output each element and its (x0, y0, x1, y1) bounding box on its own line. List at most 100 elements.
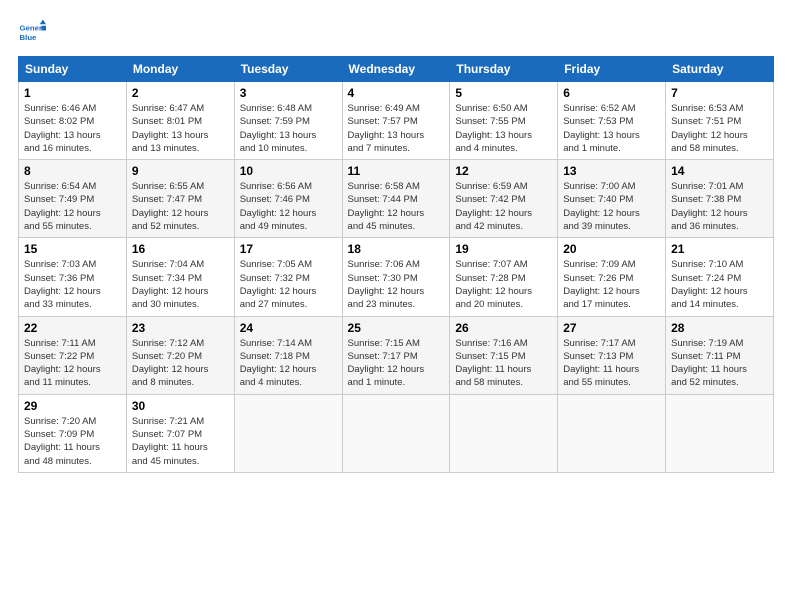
table-row: 23 Sunrise: 7:12 AMSunset: 7:20 PMDayligh… (126, 316, 234, 394)
day-number: 16 (132, 242, 229, 256)
day-info: Sunrise: 6:55 AMSunset: 7:47 PMDaylight:… (132, 180, 229, 233)
col-thursday: Thursday (450, 57, 558, 82)
calendar-page: General Blue Sunday Monday Tuesday Wedne… (0, 0, 792, 483)
col-friday: Friday (558, 57, 666, 82)
day-info: Sunrise: 7:00 AMSunset: 7:40 PMDaylight:… (563, 180, 660, 233)
day-info: Sunrise: 6:58 AMSunset: 7:44 PMDaylight:… (348, 180, 445, 233)
calendar-week-4: 29Sunrise: 7:20 AMSunset: 7:09 PMDayligh… (19, 394, 774, 472)
table-row: 12 Sunrise: 6:59 AMSunset: 7:42 PMDayligh… (450, 160, 558, 238)
day-info: Sunrise: 6:49 AMSunset: 7:57 PMDaylight:… (348, 102, 445, 155)
table-row: 26Sunrise: 7:16 AMSunset: 7:15 PMDayligh… (450, 316, 558, 394)
day-number: 15 (24, 242, 121, 256)
day-number: 5 (455, 86, 552, 100)
col-sunday: Sunday (19, 57, 127, 82)
day-number: 11 (348, 164, 445, 178)
table-row: 3 Sunrise: 6:48 AMSunset: 7:59 PMDaylight… (234, 82, 342, 160)
col-monday: Monday (126, 57, 234, 82)
day-number: 4 (348, 86, 445, 100)
table-row: 20 Sunrise: 7:09 AMSunset: 7:26 PMDayligh… (558, 238, 666, 316)
day-info: Sunrise: 7:03 AMSunset: 7:36 PMDaylight:… (24, 258, 121, 311)
table-row: 17 Sunrise: 7:05 AMSunset: 7:32 PMDayligh… (234, 238, 342, 316)
table-row: 10 Sunrise: 6:56 AMSunset: 7:46 PMDayligh… (234, 160, 342, 238)
day-info: Sunrise: 6:50 AMSunset: 7:55 PMDaylight:… (455, 102, 552, 155)
day-number: 26 (455, 321, 552, 335)
logo-icon: General Blue (18, 18, 46, 46)
table-row: 15 Sunrise: 7:03 AMSunset: 7:36 PMDayligh… (19, 238, 127, 316)
table-row: 7 Sunrise: 6:53 AMSunset: 7:51 PMDaylight… (666, 82, 774, 160)
calendar-table: Sunday Monday Tuesday Wednesday Thursday… (18, 56, 774, 473)
day-info: Sunrise: 7:10 AMSunset: 7:24 PMDaylight:… (671, 258, 768, 311)
day-info: Sunrise: 7:12 AMSunset: 7:20 PMDaylight:… (132, 337, 229, 390)
day-number: 14 (671, 164, 768, 178)
day-number: 12 (455, 164, 552, 178)
day-info: Sunrise: 6:59 AMSunset: 7:42 PMDaylight:… (455, 180, 552, 233)
day-info: Sunrise: 7:15 AMSunset: 7:17 PMDaylight:… (348, 337, 445, 390)
day-number: 8 (24, 164, 121, 178)
day-info: Sunrise: 7:05 AMSunset: 7:32 PMDaylight:… (240, 258, 337, 311)
day-number: 19 (455, 242, 552, 256)
table-row: 6 Sunrise: 6:52 AMSunset: 7:53 PMDaylight… (558, 82, 666, 160)
table-row: 5 Sunrise: 6:50 AMSunset: 7:55 PMDaylight… (450, 82, 558, 160)
day-info: Sunrise: 7:01 AMSunset: 7:38 PMDaylight:… (671, 180, 768, 233)
table-row: 1Sunrise: 6:46 AMSunset: 8:02 PMDaylight… (19, 82, 127, 160)
day-number: 9 (132, 164, 229, 178)
calendar-week-1: 8 Sunrise: 6:54 AMSunset: 7:49 PMDaylight… (19, 160, 774, 238)
table-row: 21 Sunrise: 7:10 AMSunset: 7:24 PMDayligh… (666, 238, 774, 316)
table-row: 19Sunrise: 7:07 AMSunset: 7:28 PMDayligh… (450, 238, 558, 316)
table-row: 30 Sunrise: 7:21 AMSunset: 7:07 PMDayligh… (126, 394, 234, 472)
day-number: 30 (132, 399, 229, 413)
day-number: 23 (132, 321, 229, 335)
day-number: 18 (348, 242, 445, 256)
logo: General Blue (18, 18, 50, 46)
header-row: Sunday Monday Tuesday Wednesday Thursday… (19, 57, 774, 82)
day-info: Sunrise: 6:53 AMSunset: 7:51 PMDaylight:… (671, 102, 768, 155)
table-row: 27Sunrise: 7:17 AMSunset: 7:13 PMDayligh… (558, 316, 666, 394)
table-row: 29Sunrise: 7:20 AMSunset: 7:09 PMDayligh… (19, 394, 127, 472)
day-info: Sunrise: 6:52 AMSunset: 7:53 PMDaylight:… (563, 102, 660, 155)
day-number: 29 (24, 399, 121, 413)
table-row: 16 Sunrise: 7:04 AMSunset: 7:34 PMDayligh… (126, 238, 234, 316)
table-row: 2Sunrise: 6:47 AMSunset: 8:01 PMDaylight… (126, 82, 234, 160)
day-number: 7 (671, 86, 768, 100)
table-row: 13 Sunrise: 7:00 AMSunset: 7:40 PMDayligh… (558, 160, 666, 238)
table-row (666, 394, 774, 472)
col-saturday: Saturday (666, 57, 774, 82)
table-row (450, 394, 558, 472)
table-row: 9 Sunrise: 6:55 AMSunset: 7:47 PMDaylight… (126, 160, 234, 238)
header: General Blue (18, 18, 774, 46)
day-info: Sunrise: 7:09 AMSunset: 7:26 PMDaylight:… (563, 258, 660, 311)
day-info: Sunrise: 7:21 AMSunset: 7:07 PMDaylight:… (132, 415, 229, 468)
calendar-week-2: 15 Sunrise: 7:03 AMSunset: 7:36 PMDayligh… (19, 238, 774, 316)
table-row: 24Sunrise: 7:14 AMSunset: 7:18 PMDayligh… (234, 316, 342, 394)
day-number: 6 (563, 86, 660, 100)
table-row: 18 Sunrise: 7:06 AMSunset: 7:30 PMDayligh… (342, 238, 450, 316)
day-number: 3 (240, 86, 337, 100)
day-info: Sunrise: 7:14 AMSunset: 7:18 PMDaylight:… (240, 337, 337, 390)
calendar-week-0: 1Sunrise: 6:46 AMSunset: 8:02 PMDaylight… (19, 82, 774, 160)
day-number: 21 (671, 242, 768, 256)
day-info: Sunrise: 6:56 AMSunset: 7:46 PMDaylight:… (240, 180, 337, 233)
table-row: 8 Sunrise: 6:54 AMSunset: 7:49 PMDaylight… (19, 160, 127, 238)
table-row: 25 Sunrise: 7:15 AMSunset: 7:17 PMDayligh… (342, 316, 450, 394)
day-number: 20 (563, 242, 660, 256)
table-row (558, 394, 666, 472)
col-wednesday: Wednesday (342, 57, 450, 82)
svg-text:Blue: Blue (20, 33, 38, 42)
table-row: 11 Sunrise: 6:58 AMSunset: 7:44 PMDayligh… (342, 160, 450, 238)
day-info: Sunrise: 6:54 AMSunset: 7:49 PMDaylight:… (24, 180, 121, 233)
day-info: Sunrise: 7:06 AMSunset: 7:30 PMDaylight:… (348, 258, 445, 311)
day-number: 2 (132, 86, 229, 100)
day-number: 25 (348, 321, 445, 335)
day-number: 13 (563, 164, 660, 178)
day-info: Sunrise: 7:04 AMSunset: 7:34 PMDaylight:… (132, 258, 229, 311)
table-row: 22Sunrise: 7:11 AMSunset: 7:22 PMDayligh… (19, 316, 127, 394)
table-row: 4 Sunrise: 6:49 AMSunset: 7:57 PMDaylight… (342, 82, 450, 160)
col-tuesday: Tuesday (234, 57, 342, 82)
calendar-week-3: 22Sunrise: 7:11 AMSunset: 7:22 PMDayligh… (19, 316, 774, 394)
table-row (234, 394, 342, 472)
day-number: 27 (563, 321, 660, 335)
day-info: Sunrise: 6:46 AMSunset: 8:02 PMDaylight:… (24, 102, 121, 155)
day-number: 10 (240, 164, 337, 178)
day-info: Sunrise: 6:48 AMSunset: 7:59 PMDaylight:… (240, 102, 337, 155)
day-number: 17 (240, 242, 337, 256)
